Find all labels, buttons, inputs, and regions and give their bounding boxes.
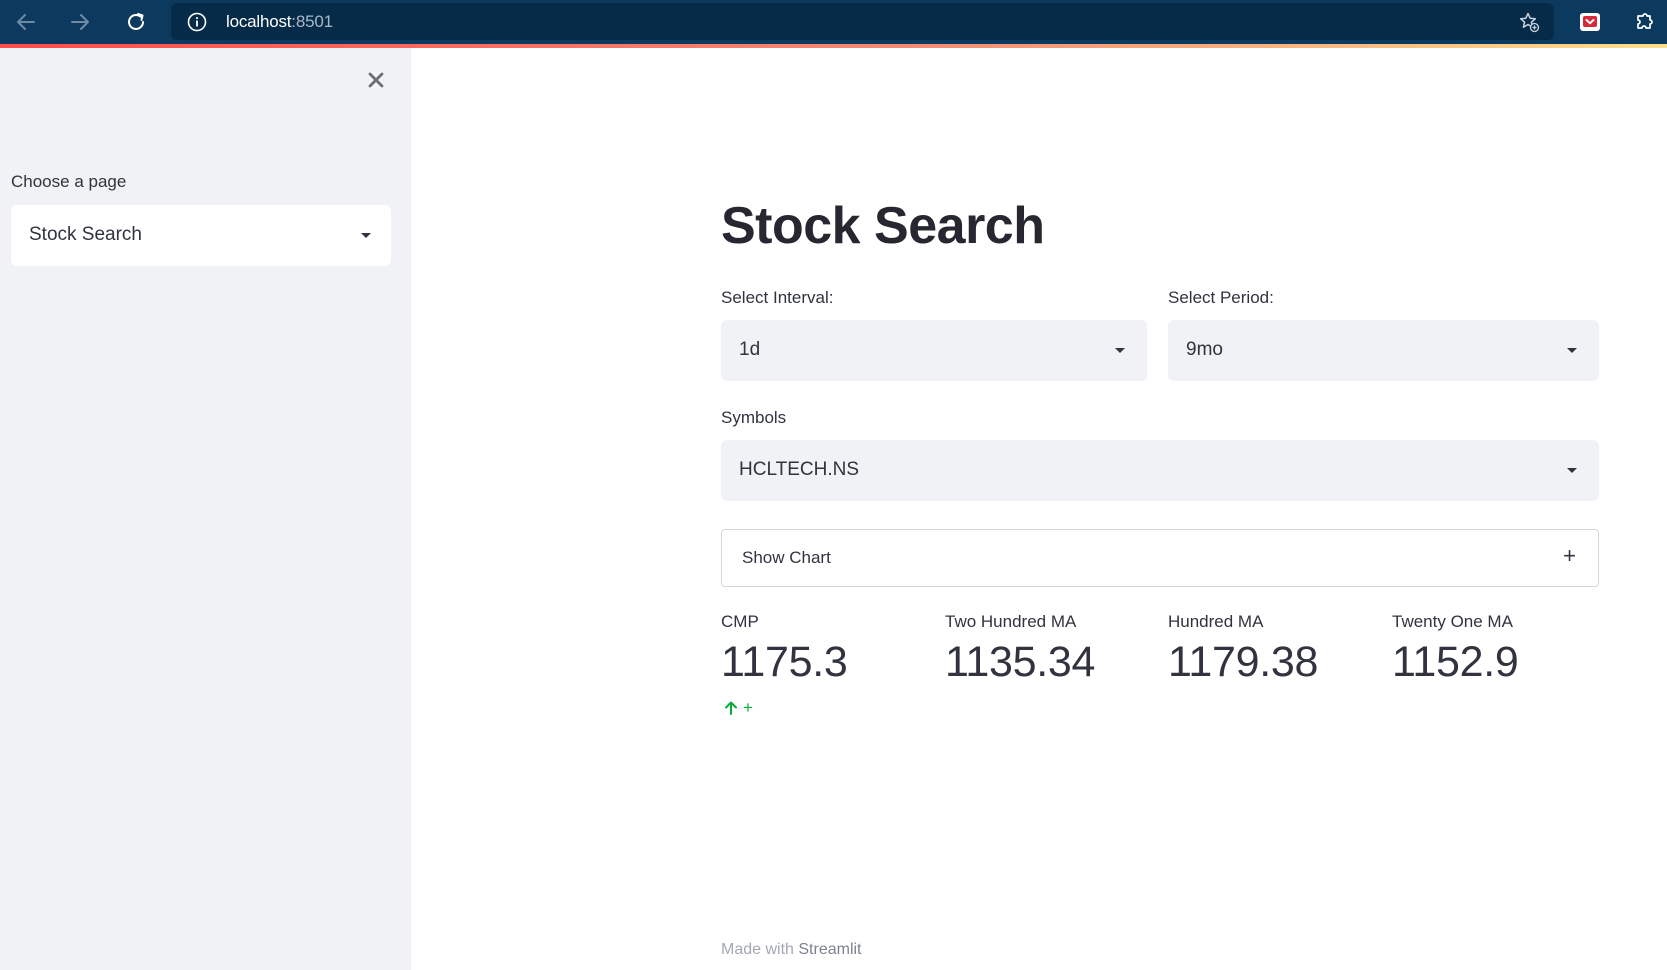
metric-delta-text: + [743,698,753,717]
plus-icon: + [1563,543,1576,568]
expander-label: Show Chart [742,548,831,567]
footer-prefix: Made with [721,941,799,958]
metric-value: 1135.34 [945,638,1096,686]
metric-label: Two Hundred MA [945,612,1077,631]
period-label: Select Period: [1168,288,1274,307]
arrow-up-icon [725,701,737,715]
footer: Made with Streamlit [721,941,862,959]
reload-button[interactable] [116,6,156,38]
extensions-puzzle-icon[interactable] [1632,10,1656,34]
interval-select-value: 1d [739,339,761,360]
main-content: Stock Search Select Interval: 1d Select … [411,48,1667,970]
metric-delta: + [723,698,753,718]
address-bar[interactable]: localhost:8501 [171,3,1554,40]
sidebar: Choose a page Stock Search [0,48,411,970]
period-select-value: 9mo [1186,339,1223,360]
page-title: Stock Search [721,197,1045,255]
url-host: localhost [226,12,292,31]
forward-button[interactable] [60,6,100,38]
browser-toolbar: localhost:8501 [0,0,1667,44]
bookmark-star-icon[interactable] [1518,11,1540,33]
back-button[interactable] [6,6,46,38]
metric-label: Hundred MA [1168,612,1264,631]
url-port: :8501 [291,12,333,31]
metric-label: CMP [721,612,759,631]
interval-select[interactable]: 1d [721,320,1147,381]
period-select[interactable]: 9mo [1168,320,1599,381]
pocket-extension-icon[interactable] [1578,10,1602,34]
symbols-select[interactable]: HCLTECH.NS [721,440,1599,501]
symbols-select-value: HCLTECH.NS [739,459,859,480]
metric-value: 1179.38 [1168,638,1319,686]
page-select-value: Stock Search [29,224,142,245]
chevron-down-icon [1567,348,1577,353]
arrow-right-icon [71,14,89,30]
interval-label: Select Interval: [721,288,834,307]
url-text[interactable]: localhost:8501 [226,12,333,32]
chevron-down-icon [361,233,371,238]
chevron-down-icon [1115,348,1125,353]
streamlit-link[interactable]: Streamlit [798,941,861,958]
metric-value: 1175.3 [721,638,848,686]
sidebar-close-button[interactable] [364,68,388,92]
metric-label: Twenty One MA [1392,612,1513,631]
metric-value: 1152.9 [1392,638,1519,686]
arrow-left-icon [17,14,35,30]
symbols-label: Symbols [721,408,787,427]
reload-icon [128,13,144,30]
show-chart-expander[interactable]: Show Chart + [721,529,1599,587]
info-icon[interactable] [187,12,207,32]
close-icon [368,72,384,88]
chevron-down-icon [1567,468,1577,473]
page-select[interactable]: Stock Search [11,205,391,266]
page-select-label: Choose a page [11,172,127,191]
